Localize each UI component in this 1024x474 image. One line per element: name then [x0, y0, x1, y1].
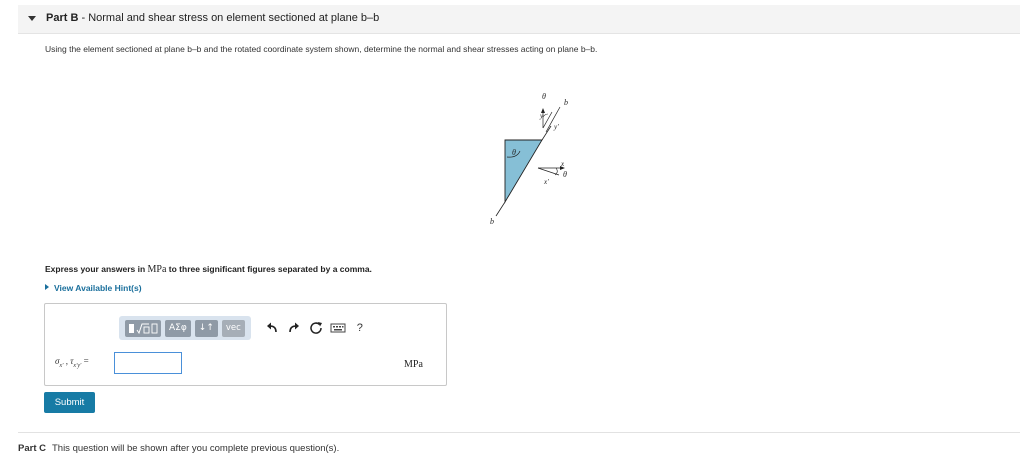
theta-label-top: θ — [542, 92, 546, 101]
help-button[interactable]: ? — [349, 316, 371, 340]
view-hints-link[interactable]: View Available Hint(s) — [45, 283, 142, 293]
theta-arc-top — [542, 113, 549, 118]
subscript-superscript-button[interactable]: ↓↑ — [194, 319, 218, 337]
templates-button[interactable] — [125, 319, 161, 337]
b-label-top: b — [564, 98, 568, 107]
reset-icon — [310, 322, 322, 334]
part-c-row: Part C This question will be shown after … — [18, 443, 339, 454]
answer-variable-label: σx′ , τx′y′ = — [55, 356, 89, 369]
vector-button[interactable]: vec — [221, 319, 245, 337]
undo-button[interactable] — [261, 316, 283, 340]
element-diagram: θ b y y′ θ x x′ θ b — [490, 92, 568, 226]
part-b-title: Part B - Normal and shear stress on elem… — [46, 12, 380, 24]
part-c-label: Part C — [18, 443, 46, 454]
answer-input[interactable] — [114, 352, 182, 374]
part-c-text: This question will be shown after you co… — [51, 443, 340, 454]
theta-label-right: θ — [563, 170, 567, 179]
element-triangle — [504, 139, 543, 204]
y-prime-label: y′ — [553, 123, 559, 131]
question-text: Using the element sectioned at plane b–b… — [45, 44, 598, 54]
answer-unit: MPa — [404, 359, 423, 370]
expand-caret-icon — [45, 284, 49, 290]
section-divider — [18, 432, 1020, 433]
submit-button[interactable]: Submit — [44, 392, 95, 413]
undo-icon — [266, 322, 277, 333]
templates-icon — [129, 323, 158, 334]
keyboard-button[interactable] — [327, 316, 349, 340]
theta-label-element: θ — [512, 148, 516, 157]
plane-b-line-bottom — [495, 201, 506, 217]
x-prime-label: x′ — [543, 178, 549, 186]
reset-button[interactable] — [305, 316, 327, 340]
y-prime-axis — [542, 111, 553, 129]
keyboard-icon — [330, 323, 346, 333]
redo-icon — [289, 322, 299, 333]
toolbar-button-group: ΑΣφ ↓↑ vec — [119, 316, 251, 340]
part-b-header[interactable]: Part B - Normal and shear stress on elem… — [18, 5, 1020, 34]
answer-instruction: Express your answers in MPa to three sig… — [45, 264, 372, 275]
redo-button[interactable] — [283, 316, 305, 340]
b-label-bottom: b — [490, 217, 494, 226]
x-label: x — [560, 160, 565, 168]
math-toolbar: ΑΣφ ↓↑ vec ? — [119, 316, 371, 340]
collapse-caret-icon[interactable] — [28, 16, 36, 21]
plane-b-line-top — [541, 125, 552, 141]
greek-symbols-button[interactable]: ΑΣφ — [165, 319, 191, 337]
answer-box: ΑΣφ ↓↑ vec ? σx′ , τx′y′ = MPa — [44, 303, 447, 386]
